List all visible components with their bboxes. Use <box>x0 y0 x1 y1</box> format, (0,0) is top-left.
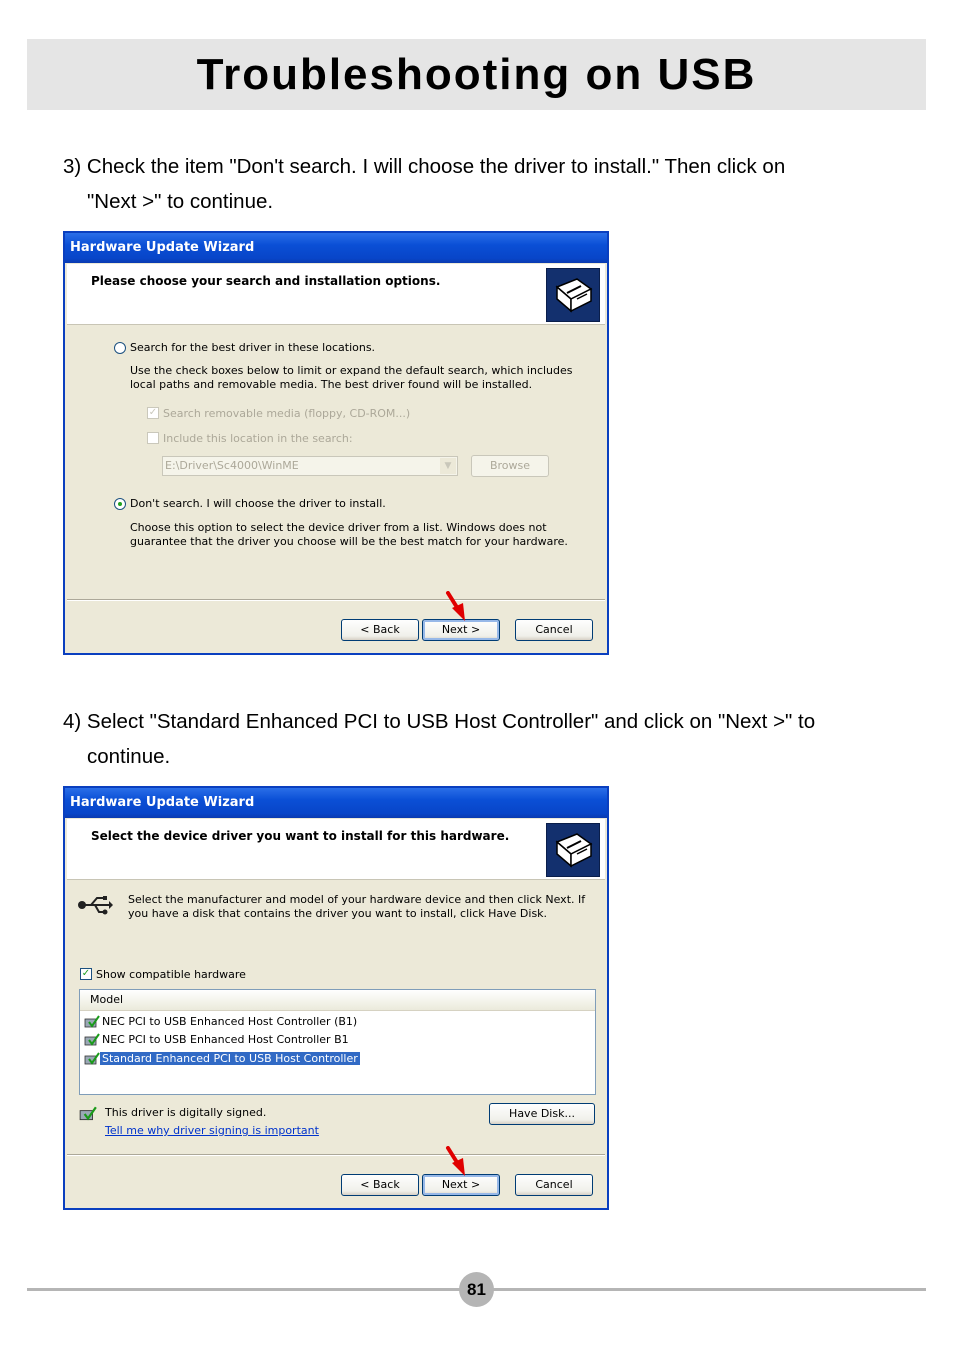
select-info-text: Select the manufacturer and model of you… <box>128 893 586 920</box>
red-arrow-icon <box>446 591 465 621</box>
dialog-2-header: Select the device driver you want to ins… <box>67 819 605 880</box>
title-banner: Troubleshooting on USB <box>27 39 926 110</box>
dialog-1-header: Please choose your search and installati… <box>67 264 605 325</box>
chevron-down-icon[interactable]: ▼ <box>440 458 456 474</box>
model-name: Standard Enhanced PCI to USB Host Contro… <box>100 1052 360 1065</box>
have-disk-button[interactable]: Have Disk... <box>489 1103 595 1125</box>
browse-button[interactable]: Browse <box>471 455 549 477</box>
checkbox-removable-media[interactable]: ✓ <box>147 407 159 419</box>
signed-text: This driver is digitally signed. <box>105 1106 267 1119</box>
location-value: E:\Driver\Sc4000\WinME <box>165 459 299 472</box>
checkbox-show-compatible[interactable]: ✓ <box>80 968 92 980</box>
dialog-1-separator <box>67 599 605 601</box>
dialog-1-body: Search for the best driver in these loca… <box>67 325 605 599</box>
back-button[interactable]: < Back <box>341 619 419 641</box>
hardware-wizard-icon <box>546 823 600 877</box>
checkbox-include-location-label: Include this location in the search: <box>163 432 353 445</box>
hardware-wizard-icon <box>546 268 600 322</box>
dialog-1-header-text: Please choose your search and installati… <box>91 274 441 288</box>
location-combobox[interactable]: E:\Driver\Sc4000\WinME ▼ <box>162 456 458 476</box>
page-number: 81 <box>459 1272 494 1307</box>
red-arrow-icon <box>446 1146 465 1176</box>
dialog-2-titlebar[interactable]: Hardware Update Wizard <box>65 788 607 818</box>
step-4-line1: 4) Select "Standard Enhanced PCI to USB … <box>63 710 816 733</box>
list-item[interactable]: NEC PCI to USB Enhanced Host Controller … <box>84 1014 359 1030</box>
list-item-selected[interactable]: Standard Enhanced PCI to USB Host Contro… <box>84 1051 360 1067</box>
radio-search-label: Search for the best driver in these loca… <box>130 341 376 354</box>
driver-signed-icon <box>84 1052 100 1065</box>
hardware-update-wizard-dialog-2: Hardware Update Wizard Select the device… <box>63 786 609 1210</box>
driver-signed-icon <box>84 1015 100 1028</box>
checkbox-include-location[interactable] <box>147 432 159 444</box>
step-4-line2: continue. <box>87 745 171 768</box>
page-title: Troubleshooting on USB <box>196 50 757 99</box>
driver-signed-icon <box>84 1033 100 1046</box>
model-name: NEC PCI to USB Enhanced Host Controller … <box>102 1015 358 1028</box>
checkbox-show-compatible-label: Show compatible hardware <box>96 968 246 981</box>
model-name: NEC PCI to USB Enhanced Host Controller … <box>102 1033 349 1046</box>
driver-signing-link[interactable]: Tell me why driver signing is important <box>105 1124 319 1137</box>
search-description: Use the check boxes below to limit or ex… <box>130 364 573 391</box>
model-listbox[interactable]: Model NEC PCI to USB Enhanced Host Contr… <box>79 989 596 1095</box>
radio-dont-search[interactable] <box>114 498 126 510</box>
cancel-button[interactable]: Cancel <box>515 1174 593 1196</box>
dont-search-description: Choose this option to select the device … <box>130 521 568 548</box>
cancel-button[interactable]: Cancel <box>515 619 593 641</box>
checkbox-removable-media-label: Search removable media (floppy, CD-ROM..… <box>163 407 411 420</box>
step-3-line2: "Next >" to continue. <box>87 190 274 213</box>
radio-search[interactable] <box>114 342 126 354</box>
step-3-line1: 3) Check the item "Don't search. I will … <box>63 155 786 178</box>
hardware-update-wizard-dialog-1: Hardware Update Wizard Please choose you… <box>63 231 609 655</box>
dialog-1-titlebar[interactable]: Hardware Update Wizard <box>65 233 607 263</box>
dialog-2-body: Select the manufacturer and model of you… <box>67 880 605 1154</box>
list-item[interactable]: NEC PCI to USB Enhanced Host Controller … <box>84 1032 351 1048</box>
step-4-text: 4) Select "Standard Enhanced PCI to USB … <box>63 704 903 774</box>
driver-signed-icon <box>79 1106 97 1121</box>
dialog-2-separator <box>67 1154 605 1156</box>
back-button[interactable]: < Back <box>341 1174 419 1196</box>
dialog-2-header-text: Select the device driver you want to ins… <box>91 829 510 843</box>
radio-dont-search-label: Don't search. I will choose the driver t… <box>130 497 386 510</box>
step-3-text: 3) Check the item "Don't search. I will … <box>63 149 903 219</box>
usb-icon <box>78 896 113 915</box>
model-column-header[interactable]: Model <box>80 990 595 1011</box>
